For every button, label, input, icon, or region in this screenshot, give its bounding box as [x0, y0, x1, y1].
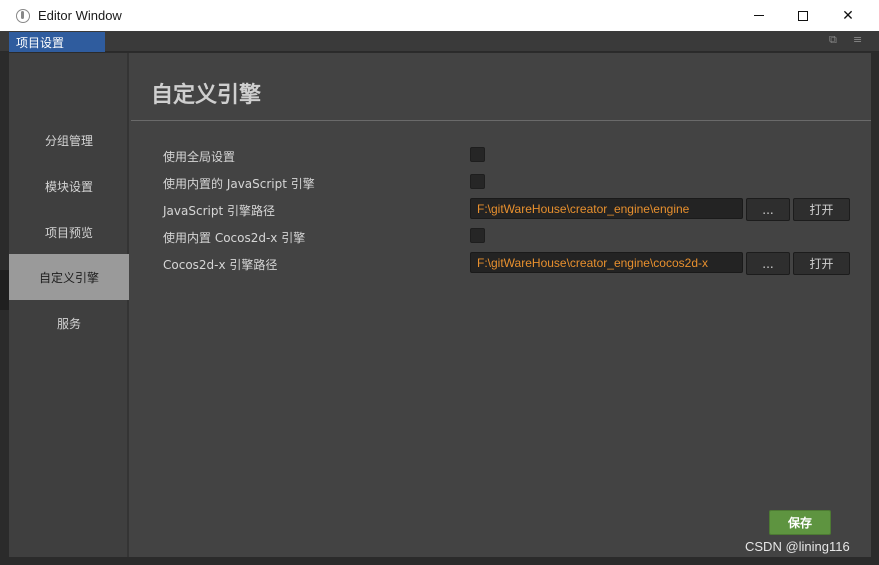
js-engine-open-button[interactable]: 打开	[793, 198, 850, 221]
sidebar-item-custom-engine[interactable]: 自定义引擎	[9, 254, 129, 300]
settings-content: 自定义引擎 使用全局设置 使用内置的 JavaScript 引擎 JavaScr…	[131, 53, 871, 557]
use-global-settings-label: 使用全局设置	[163, 150, 236, 164]
cocos2dx-open-button[interactable]: 打开	[793, 252, 850, 275]
use-builtin-cocos2dx-label: 使用内置 Cocos2d-x 引擎	[163, 231, 306, 245]
use-builtin-js-engine-checkbox[interactable]	[470, 174, 485, 189]
cocos2dx-browse-button[interactable]: ...	[746, 252, 790, 275]
sidebar-item-module-settings[interactable]: 模块设置	[9, 163, 129, 209]
save-button[interactable]: 保存	[769, 510, 831, 535]
js-engine-browse-button[interactable]: ...	[746, 198, 790, 221]
page-title: 自定义引擎	[151, 83, 262, 108]
maximize-button[interactable]	[780, 0, 826, 31]
tab-project-settings[interactable]: 项目设置	[9, 32, 105, 52]
settings-sidebar: 分组管理 模块设置 项目预览 自定义引擎 服务	[9, 53, 129, 557]
app-icon	[16, 8, 30, 23]
panel-menu-icon[interactable]: ≡	[853, 33, 862, 46]
window-title: Editor Window	[38, 8, 122, 23]
cocos2dx-engine-path-label: Cocos2d-x 引擎路径	[163, 258, 278, 272]
background-edge	[0, 270, 9, 310]
tab-strip: 项目设置 ⧉ ≡	[0, 31, 879, 52]
minimize-icon	[754, 15, 764, 16]
sidebar-item-project-preview[interactable]: 项目预览	[9, 209, 129, 255]
sidebar-item-services[interactable]: 服务	[9, 300, 129, 346]
window-titlebar: Editor Window ✕	[0, 0, 879, 31]
maximize-icon	[798, 10, 808, 21]
sidebar-item-group-management[interactable]: 分组管理	[9, 117, 129, 163]
close-icon: ✕	[842, 7, 854, 24]
close-button[interactable]: ✕	[825, 0, 871, 31]
restore-panel-icon[interactable]: ⧉	[829, 33, 837, 47]
minimize-button[interactable]	[736, 0, 782, 31]
js-engine-path-input[interactable]	[470, 198, 743, 219]
cocos2dx-engine-path-input[interactable]	[470, 252, 743, 273]
title-divider	[131, 120, 871, 121]
watermark-text: CSDN @lining116	[745, 539, 850, 554]
use-builtin-cocos2dx-checkbox[interactable]	[470, 228, 485, 243]
use-global-settings-checkbox[interactable]	[470, 147, 485, 162]
settings-panel: 分组管理 模块设置 项目预览 自定义引擎 服务 自定义引擎 使用全局设置 使用内…	[9, 53, 871, 557]
js-engine-path-label: JavaScript 引擎路径	[163, 204, 275, 218]
use-builtin-js-engine-label: 使用内置的 JavaScript 引擎	[163, 177, 315, 191]
